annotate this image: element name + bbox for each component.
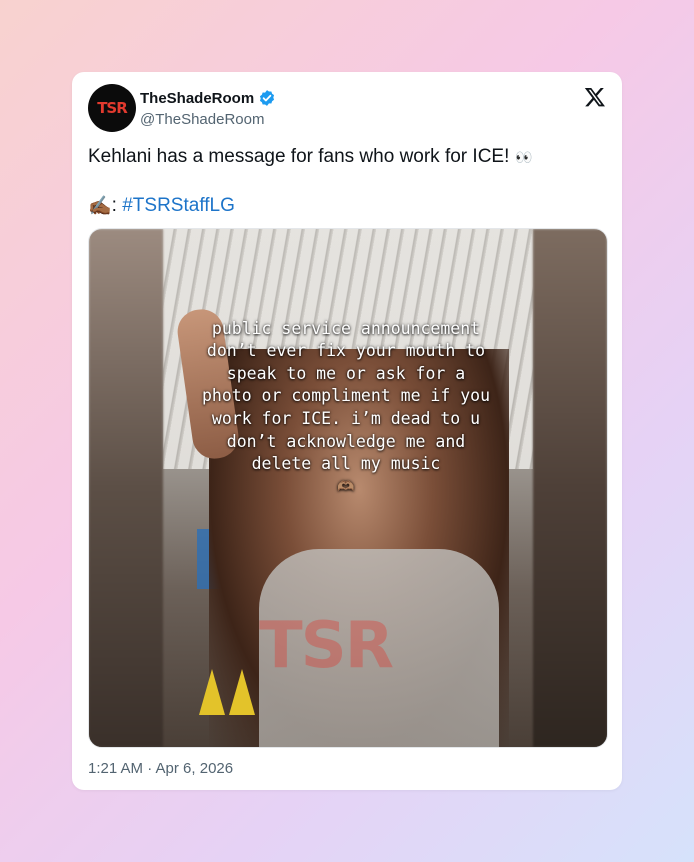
author-name-row: TheShadeRoom <box>140 89 276 107</box>
author-name[interactable]: TheShadeRoom <box>140 90 254 107</box>
tweet-media-image[interactable]: TSR public service announcement don’t ev… <box>88 228 608 748</box>
timestamp[interactable]: 1:21 AM · Apr 6, 2026 <box>88 760 233 777</box>
staff-credit: ✍🏾: #TSRStaffLG <box>88 194 235 218</box>
credit-separator: : <box>111 195 117 216</box>
eyes-emoji: 👀 <box>515 149 535 165</box>
blurred-left-edge <box>89 229 163 747</box>
avatar-logo-text: TSR <box>97 99 128 117</box>
blurred-right-edge <box>533 229 607 747</box>
tweet-text: Kehlani has a message for fans who work … <box>88 146 535 168</box>
writing-hand-emoji: ✍🏾 <box>88 196 112 217</box>
author-handle[interactable]: @TheShadeRoom <box>140 111 264 128</box>
avatar[interactable]: TSR <box>88 84 136 132</box>
tweet-card: TSR TheShadeRoom @TheShadeRoom Kehlani h… <box>72 72 622 790</box>
hashtag-link[interactable]: #TSRStaffLG <box>122 195 235 217</box>
story-overlay-text: public service announcement don’t ever f… <box>201 295 491 521</box>
heart-hands-emoji: 🫶🏽 <box>337 478 355 495</box>
watermark-logo: TSR <box>259 609 394 683</box>
overlay-message: public service announcement don’t ever f… <box>201 318 491 474</box>
verified-badge-icon <box>260 90 275 106</box>
x-logo-icon[interactable] <box>584 86 606 108</box>
tweet-body: Kehlani has a message for fans who work … <box>88 146 510 167</box>
